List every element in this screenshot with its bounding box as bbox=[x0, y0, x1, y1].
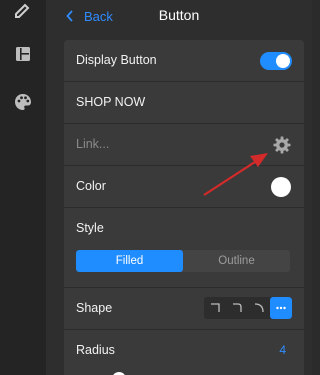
settings-panel: Back Button Display Button SHOP NOW Link… bbox=[46, 0, 312, 375]
toggle-knob bbox=[276, 54, 290, 68]
display-button-row: Display Button bbox=[64, 40, 304, 82]
pencil-icon[interactable] bbox=[13, 0, 33, 20]
button-text-field[interactable]: SHOP NOW bbox=[76, 95, 145, 109]
display-button-label: Display Button bbox=[76, 53, 157, 67]
button-text-row[interactable]: SHOP NOW bbox=[64, 82, 304, 124]
shape-label: Shape bbox=[76, 301, 113, 315]
button-settings-card: Display Button SHOP NOW Link... Color St… bbox=[64, 40, 304, 375]
shape-square-icon[interactable] bbox=[204, 297, 226, 319]
link-input[interactable]: Link... bbox=[76, 137, 109, 151]
layout-icon[interactable] bbox=[13, 44, 33, 64]
link-row: Link... bbox=[64, 124, 304, 166]
shape-picker bbox=[204, 297, 292, 319]
color-label: Color bbox=[76, 179, 106, 193]
color-swatch[interactable] bbox=[271, 177, 291, 197]
style-filled-option[interactable]: Filled bbox=[76, 250, 183, 272]
page-title: Button bbox=[158, 7, 200, 23]
radius-row: Radius bbox=[64, 330, 304, 375]
shape-round-icon[interactable] bbox=[248, 297, 270, 319]
left-rail bbox=[0, 0, 46, 375]
style-segmented-control: Filled Outline bbox=[76, 250, 290, 272]
shape-slight-round-icon[interactable] bbox=[226, 297, 248, 319]
gear-icon[interactable] bbox=[272, 135, 292, 155]
app-window: Back Button Display Button SHOP NOW Link… bbox=[0, 0, 312, 375]
style-label: Style bbox=[76, 221, 104, 235]
style-row: Style bbox=[64, 208, 304, 288]
display-button-toggle[interactable] bbox=[260, 52, 292, 70]
panel-header: Back Button bbox=[46, 0, 312, 32]
color-row: Color bbox=[64, 166, 304, 208]
style-outline-option[interactable]: Outline bbox=[183, 250, 290, 272]
palette-icon[interactable] bbox=[13, 92, 33, 112]
radius-label: Radius bbox=[76, 343, 115, 357]
radius-value: 4 bbox=[279, 343, 286, 357]
shape-more-icon[interactable] bbox=[270, 297, 292, 319]
